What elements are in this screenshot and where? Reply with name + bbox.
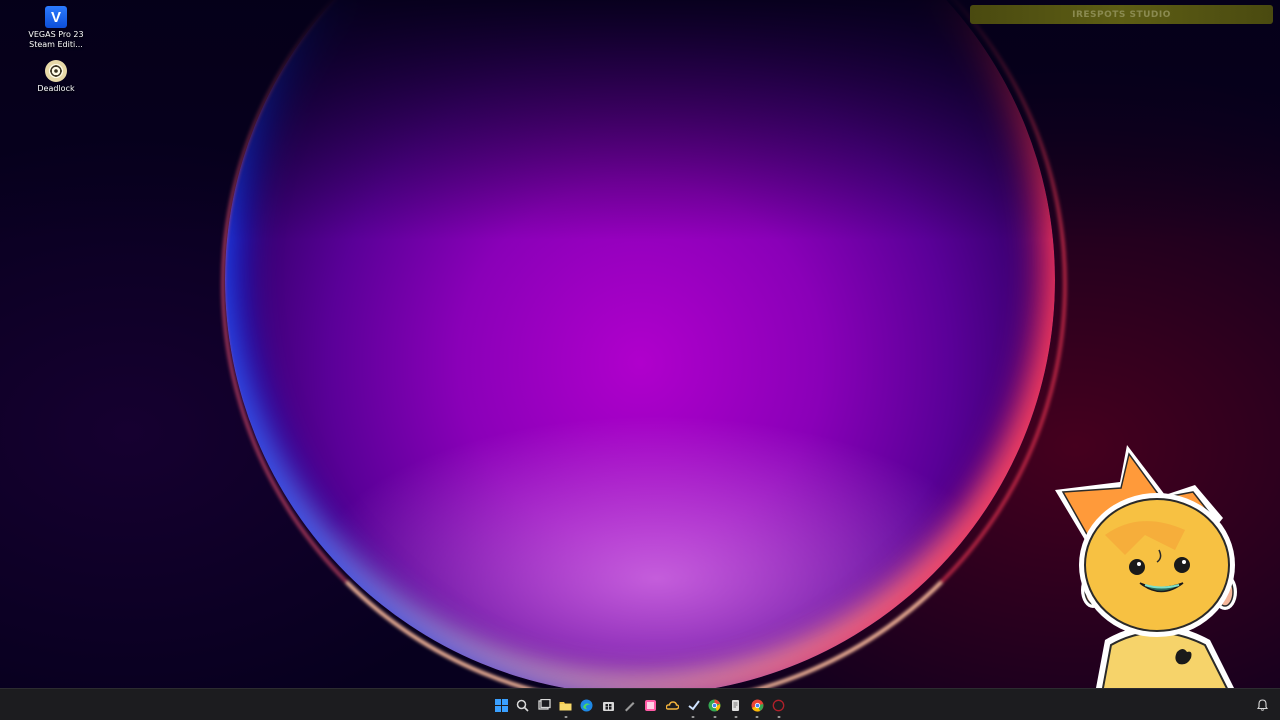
steam-icon <box>688 699 700 710</box>
chrome-icon <box>751 699 764 712</box>
store-icon <box>602 701 614 711</box>
record-icon <box>772 699 785 711</box>
cloud-icon <box>665 700 679 710</box>
taskbar-notepad[interactable] <box>725 694 746 718</box>
search-icon <box>517 699 530 712</box>
running-indicator <box>777 716 780 718</box>
studio-overlay-banner: IRESPOTS STUDIO <box>970 5 1273 24</box>
taskbar <box>0 688 1280 720</box>
taskbar-steam[interactable] <box>683 694 704 718</box>
pen-icon <box>624 701 635 711</box>
deadlock-icon <box>45 60 67 82</box>
folder-icon <box>559 701 572 710</box>
taskbar-chrome[interactable] <box>704 694 725 718</box>
notification-center-button[interactable] <box>1254 696 1270 714</box>
desktop-icon-label: Deadlock <box>37 84 75 93</box>
desktop-icon-vegas-pro[interactable]: V VEGAS Pro 23 Steam Editi... <box>24 6 88 50</box>
desktop-icon-label: VEGAS Pro 23 Steam Editi... <box>28 30 84 49</box>
running-indicator <box>691 716 695 718</box>
desktop-icon-deadlock[interactable]: Deadlock <box>24 60 88 94</box>
desktop: V VEGAS Pro 23 Steam Editi... Deadlock I… <box>0 0 1280 720</box>
taskbar-onedrive[interactable] <box>661 694 682 716</box>
running-indicator <box>755 716 759 718</box>
chrome-icon <box>708 699 721 711</box>
taskbar-chrome-2[interactable] <box>747 694 768 718</box>
taskbar-pinned-apps <box>491 694 789 718</box>
mascot-character <box>1055 445 1250 720</box>
notification-bell-icon <box>1256 699 1268 711</box>
taskbar-edge[interactable] <box>576 694 597 716</box>
edge-icon <box>580 699 593 711</box>
search-button[interactable] <box>512 694 533 716</box>
running-indicator <box>564 716 568 718</box>
taskbar-gallery-app[interactable] <box>640 694 661 716</box>
studio-banner-text: IRESPOTS STUDIO <box>1072 9 1171 20</box>
taskbar-pen-app[interactable] <box>619 694 640 716</box>
vegas-pro-icon: V <box>45 6 67 28</box>
taskbar-store[interactable] <box>597 694 618 716</box>
running-indicator <box>734 716 738 718</box>
taskbar-file-explorer[interactable] <box>555 694 576 718</box>
start-button[interactable] <box>491 694 512 716</box>
task-view-button[interactable] <box>534 694 555 716</box>
taskbar-obs[interactable] <box>768 694 789 718</box>
notepad-icon <box>732 699 740 711</box>
running-indicator <box>713 716 717 718</box>
task-view-icon <box>538 698 551 710</box>
windows-start-icon <box>495 698 509 712</box>
gallery-icon <box>645 699 657 711</box>
